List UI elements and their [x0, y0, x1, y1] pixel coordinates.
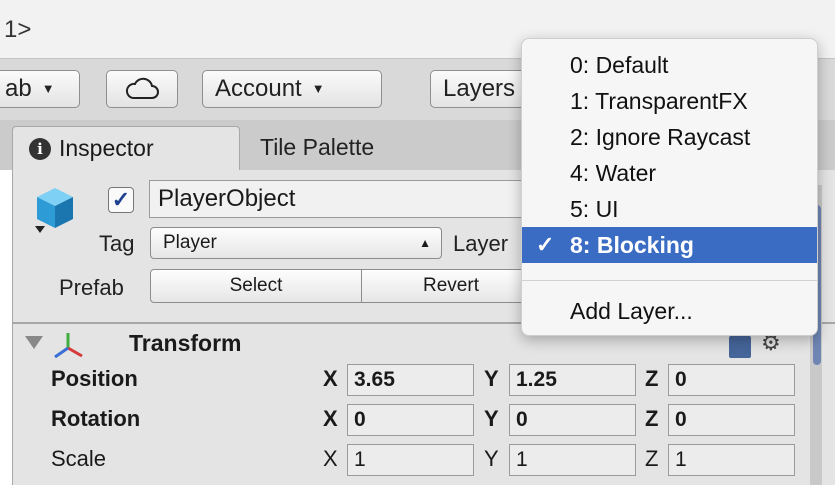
rotation-x-field[interactable]: 0: [347, 404, 474, 436]
scale-x-field[interactable]: 1: [347, 444, 474, 476]
menu-item-label: 8: Blocking: [570, 232, 694, 258]
scale-y-field[interactable]: 1: [509, 444, 636, 476]
axis-y-label[interactable]: Y: [484, 406, 499, 432]
dropdown-caret-icon: ▼: [41, 81, 55, 96]
tag-value: Player: [163, 232, 217, 253]
layer-menu-item-ignore-raycast[interactable]: 2: Ignore Raycast: [522, 119, 817, 155]
axis-x-label[interactable]: X: [323, 366, 338, 392]
account-dropdown[interactable]: Account ▼: [202, 70, 382, 108]
dropdown-caret-icon: ▼: [311, 81, 325, 96]
transform-title: Transform: [129, 330, 242, 356]
tab-inspector[interactable]: i Inspector: [12, 126, 240, 170]
layer-menu-item-blocking[interactable]: ✓ 8: Blocking: [522, 227, 817, 263]
menu-item-label: Add Layer...: [570, 298, 693, 324]
add-layer-menu-item[interactable]: Add Layer...: [522, 293, 817, 329]
checkmark-icon: ✓: [536, 232, 555, 257]
position-y-field[interactable]: 1.25: [509, 364, 636, 396]
rotation-z-field[interactable]: 0: [668, 404, 795, 436]
layer-menu-item-ui[interactable]: 5: UI: [522, 191, 817, 227]
help-book-icon[interactable]: [729, 336, 751, 358]
menu-item-label: 1: TransparentFX: [570, 88, 748, 114]
layer-menu-item-transparentfx[interactable]: 1: TransparentFX: [522, 83, 817, 119]
menu-item-label: 5: UI: [570, 196, 619, 222]
axis-z-label[interactable]: Z: [645, 406, 658, 432]
prefab-revert-button[interactable]: Revert: [361, 269, 541, 303]
cloud-services-button[interactable]: [106, 70, 178, 108]
layer-dropdown-menu: 0: Default 1: TransparentFX 2: Ignore Ra…: [521, 38, 818, 336]
menu-item-label: 0: Default: [570, 52, 669, 78]
gameobject-cube-icon: [35, 188, 73, 233]
layer-menu-item-default[interactable]: 0: Default: [522, 47, 817, 83]
tab-tile-palette[interactable]: Tile Palette: [244, 126, 424, 170]
axis-x-label[interactable]: X: [323, 446, 338, 472]
layer-label: Layer: [453, 231, 509, 256]
menu-item-label: 2: Ignore Raycast: [570, 124, 751, 150]
breadcrumb: 1>: [4, 16, 32, 43]
tag-dropdown[interactable]: Player ▲▼: [150, 227, 442, 280]
rotation-row: Rotation X 0 Y 0 Z 0: [13, 402, 835, 440]
menu-separator: [522, 280, 817, 281]
rotation-label: Rotation: [51, 406, 141, 431]
layers-dropdown[interactable]: Layers: [430, 70, 530, 108]
account-label: Account: [215, 75, 302, 102]
scale-label: Scale: [51, 446, 107, 471]
prefab-select-button[interactable]: Select: [150, 269, 362, 303]
menu-item-label: 4: Water: [570, 160, 657, 186]
scale-row: Scale X 1 Y 1 Z 1: [13, 442, 835, 480]
prefab-label: Prefab: [59, 275, 124, 300]
axis-y-label[interactable]: Y: [484, 366, 499, 392]
active-checkbox[interactable]: ✓: [108, 187, 134, 213]
position-row: Position X 3.65 Y 1.25 Z 0: [13, 362, 835, 400]
prefab-mode-dropdown[interactable]: ab ▼: [0, 70, 80, 108]
layer-menu-item-water[interactable]: 4: Water: [522, 155, 817, 191]
foldout-arrow-icon[interactable]: [25, 336, 43, 349]
rotation-y-field[interactable]: 0: [509, 404, 636, 436]
axis-z-label[interactable]: Z: [645, 446, 658, 472]
position-z-field[interactable]: 0: [668, 364, 795, 396]
axis-z-label[interactable]: Z: [645, 366, 658, 392]
transform-axes-icon: [54, 333, 83, 359]
gameobject-name-field[interactable]: PlayerObject: [149, 180, 549, 218]
axis-x-label[interactable]: X: [323, 406, 338, 432]
tag-label: Tag: [99, 231, 135, 256]
prefab-mode-label: ab: [5, 75, 32, 102]
layers-label: Layers: [443, 75, 516, 102]
position-x-field[interactable]: 3.65: [347, 364, 474, 396]
axis-y-label[interactable]: Y: [484, 446, 499, 472]
tab-inspector-label: Inspector: [59, 135, 154, 161]
cloud-icon: [125, 77, 159, 99]
position-label: Position: [51, 366, 138, 391]
info-icon: i: [29, 138, 51, 160]
scale-z-field[interactable]: 1: [668, 444, 795, 476]
tab-tile-palette-label: Tile Palette: [260, 134, 375, 160]
